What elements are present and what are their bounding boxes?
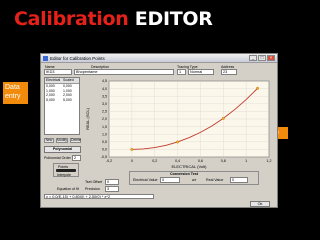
- x-tick-label: -0,2: [106, 159, 112, 163]
- toggle-interpole-label: Interpole: [57, 173, 71, 177]
- conversion-test-group: Conversion Test Electrical Value 0 => Re…: [129, 171, 259, 185]
- electrical-value-label: Electrical Value: [133, 178, 158, 182]
- calibration-point: [130, 147, 134, 151]
- plot-svg: 4,54,03,53,02,52,01,51,00,50,0-0,5-0,2 0 0…: [85, 79, 272, 169]
- x-tick-label: 1: [245, 159, 247, 163]
- x-tick-label: 1,2: [267, 159, 272, 163]
- precision-field[interactable]: 3: [105, 186, 119, 192]
- minimize-button[interactable]: _: [249, 55, 257, 61]
- y-tick-label: 1,0: [102, 132, 107, 136]
- description-field[interactable]: Bhopentame: [74, 69, 174, 75]
- x-tick-label: 0,8: [221, 159, 226, 163]
- calibration-point: [256, 86, 260, 90]
- convert-arrow: =>: [192, 178, 197, 182]
- delete-button[interactable]: Delete: [70, 138, 81, 143]
- tset-offset-field[interactable]: 0: [105, 179, 119, 185]
- new-button[interactable]: New: [44, 138, 54, 143]
- app-icon: [43, 55, 48, 61]
- polynomial-order-field[interactable]: 2: [72, 155, 81, 161]
- slide-title-word1: Calibration: [14, 8, 129, 30]
- precision-label: Precision: [85, 187, 100, 191]
- tracing-mode-select[interactable]: Normal: [188, 69, 214, 75]
- polynomial-button[interactable]: Polynomial: [44, 146, 81, 153]
- y-tick-label: 2,0: [102, 117, 107, 121]
- cell-scaled: 5,000: [63, 97, 72, 102]
- column-header: Scaled: [63, 78, 74, 82]
- address-field[interactable]: 23: [221, 69, 237, 75]
- slide-title-word2: EDITOR: [134, 8, 213, 30]
- y-tick-label: 3,5: [102, 94, 107, 98]
- modify-button[interactable]: Modify: [56, 138, 68, 143]
- column-header: Electrical: [46, 78, 61, 82]
- equation-field: y = 0,0(E-15) + 0,80(0) + 2,50(0) * x^2: [44, 194, 154, 199]
- data-entry-callout: Data entry: [3, 82, 28, 104]
- real-value-field: 0: [230, 177, 248, 183]
- y-tick-label: 1,5: [102, 125, 107, 129]
- calibration-point: [221, 116, 225, 120]
- maximize-button[interactable]: □: [258, 55, 266, 61]
- x-tick-label: 0,6: [198, 159, 203, 163]
- fit-mode-toggle[interactable]: Points Interpole: [53, 163, 79, 177]
- x-axis-label: ELECTRICAL (Volt): [172, 164, 208, 169]
- window-titlebar[interactable]: Editor for Calibration Points _ □ ×: [41, 54, 277, 63]
- close-button[interactable]: ×: [267, 55, 275, 61]
- tracing-type-field[interactable]: 1: [177, 69, 186, 75]
- slide-title: Calibration EDITOR: [14, 8, 213, 30]
- calibration-plot: 4,5 4,0 3,5 3,0 2,5 2,0 1,5 1,0 0,5 0,0 -0,5 -0,2 0 0…: [83, 77, 275, 170]
- x-tick-label: 0,2: [152, 159, 157, 163]
- equation-of-fit-label: Equation of fit: [57, 187, 79, 191]
- calibration-points-list[interactable]: Electrical Scaled 0,000 0,000 1,000 1,00…: [44, 77, 80, 135]
- y-tick-label: 2,5: [102, 110, 107, 114]
- y-tick-label: 0,5: [102, 140, 107, 144]
- x-tick-label: 0,4: [175, 159, 180, 163]
- toggle-switch[interactable]: [56, 169, 76, 172]
- x-tick-label: 0: [131, 159, 133, 163]
- y-tick-label: 0,0: [102, 148, 107, 152]
- y-tick-label: 4,0: [102, 87, 107, 91]
- electrical-value-field[interactable]: 0: [160, 177, 180, 183]
- ok-button[interactable]: Ok: [250, 201, 270, 207]
- conversion-title: Conversion Test: [170, 172, 198, 176]
- calibration-point: [176, 140, 180, 144]
- window-title: Editor for Calibration Points: [50, 55, 105, 61]
- real-value-label: Real Value: [206, 178, 224, 182]
- list-item[interactable]: 5,000 5,000: [45, 98, 79, 103]
- cell-electrical: 5,000: [46, 97, 55, 102]
- y-tick-label: 4,5: [102, 79, 107, 83]
- polynomial-order-label: Polinomial Order: [44, 156, 71, 160]
- name-field[interactable]: IKD3: [44, 69, 72, 75]
- y-tick-label: 3,0: [102, 102, 107, 106]
- y-axis-label: REAL (SCL): [85, 107, 90, 130]
- tset-offset-label: Tset Offset: [85, 180, 103, 184]
- calibration-editor-window: Editor for Calibration Points _ □ × Name…: [40, 53, 278, 208]
